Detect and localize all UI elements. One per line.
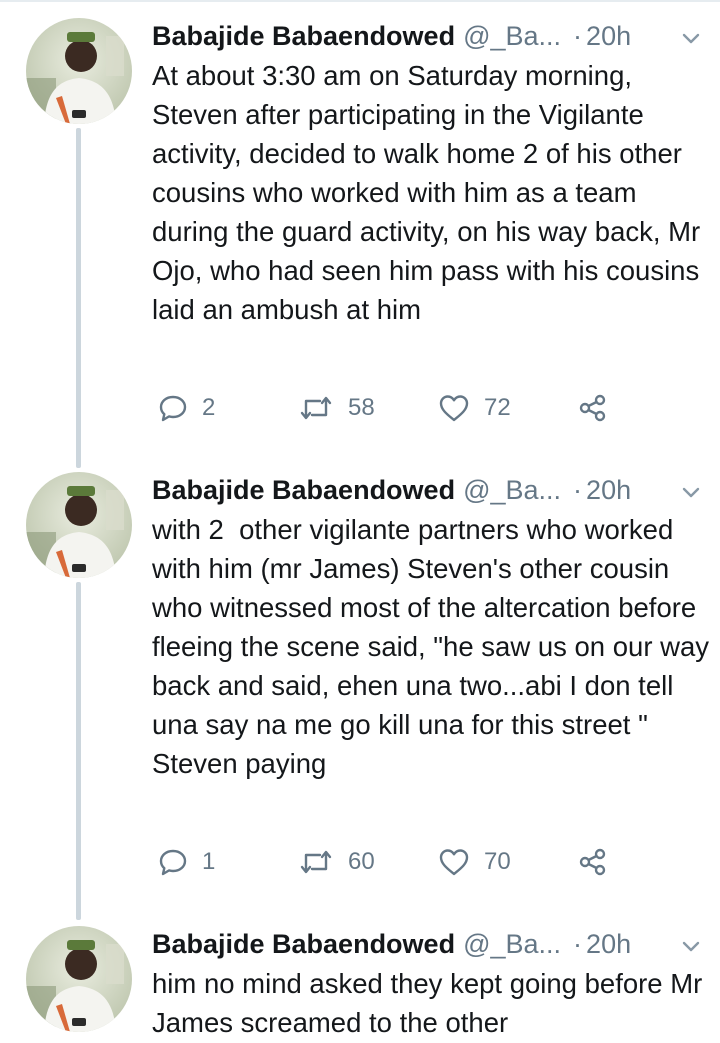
author-handle[interactable]: @_Ba... xyxy=(463,475,561,506)
tweet-time[interactable]: 20h xyxy=(586,475,631,506)
retweet-button[interactable]: 58 xyxy=(298,388,375,428)
author-name[interactable]: Babajide Babaendowed xyxy=(152,21,455,52)
tweet-header: Babajide Babaendowed @_Ba... · 20h xyxy=(152,924,702,964)
like-button[interactable]: 70 xyxy=(438,842,511,882)
like-button[interactable]: 72 xyxy=(438,388,511,428)
share-icon xyxy=(578,847,608,877)
reply-count: 2 xyxy=(202,394,216,421)
reply-icon xyxy=(158,847,188,877)
reply-icon xyxy=(158,393,188,423)
tweet-actions: 1 60 70 xyxy=(158,842,628,882)
reply-button[interactable]: 1 xyxy=(158,842,215,882)
tweet-time[interactable]: 20h xyxy=(586,929,631,960)
retweet-icon xyxy=(298,393,334,423)
tweet-text: At about 3:30 am on Saturday morning, St… xyxy=(152,60,708,325)
avatar[interactable] xyxy=(26,926,132,1032)
reply-count: 1 xyxy=(202,848,216,875)
avatar[interactable] xyxy=(26,18,132,124)
like-count: 72 xyxy=(484,394,511,421)
tweet-header: Babajide Babaendowed @_Ba... · 20h xyxy=(152,16,702,56)
tweet-time[interactable]: 20h xyxy=(586,21,631,52)
separator: · xyxy=(573,928,583,959)
author-handle[interactable]: @_Ba... xyxy=(463,929,561,960)
like-count: 70 xyxy=(484,848,511,875)
chevron-down-icon[interactable] xyxy=(680,480,702,502)
tweet-text: with 2 other vigilante partners who work… xyxy=(152,514,717,779)
separator: · xyxy=(573,20,583,51)
like-icon xyxy=(438,847,470,877)
tweet-2[interactable]: Babajide Babaendowed @_Ba... · 20h with … xyxy=(0,470,720,920)
tweet-actions: 2 58 72 xyxy=(158,388,628,428)
author-name[interactable]: Babajide Babaendowed xyxy=(152,475,455,506)
separator: · xyxy=(573,474,583,505)
retweet-button[interactable]: 60 xyxy=(298,842,375,882)
reply-button[interactable]: 2 xyxy=(158,388,215,428)
avatar[interactable] xyxy=(26,472,132,578)
share-button[interactable] xyxy=(578,388,608,428)
tweet-text: him no mind asked they kept going before… xyxy=(152,968,710,1038)
chevron-down-icon[interactable] xyxy=(680,26,702,48)
share-icon xyxy=(578,393,608,423)
author-handle[interactable]: @_Ba... xyxy=(463,21,561,52)
retweet-count: 58 xyxy=(348,394,375,421)
thread-line xyxy=(76,582,81,920)
retweet-count: 60 xyxy=(348,848,375,875)
share-button[interactable] xyxy=(578,842,608,882)
thread-line xyxy=(76,128,81,468)
like-icon xyxy=(438,393,470,423)
tweet-header: Babajide Babaendowed @_Ba... · 20h xyxy=(152,470,702,510)
retweet-icon xyxy=(298,847,334,877)
author-name[interactable]: Babajide Babaendowed xyxy=(152,929,455,960)
tweet-1[interactable]: Babajide Babaendowed @_Ba... · 20h At ab… xyxy=(0,16,720,468)
top-divider xyxy=(0,0,720,2)
chevron-down-icon[interactable] xyxy=(680,934,702,956)
tweet-3[interactable]: Babajide Babaendowed @_Ba... · 20h him n… xyxy=(0,924,720,1043)
